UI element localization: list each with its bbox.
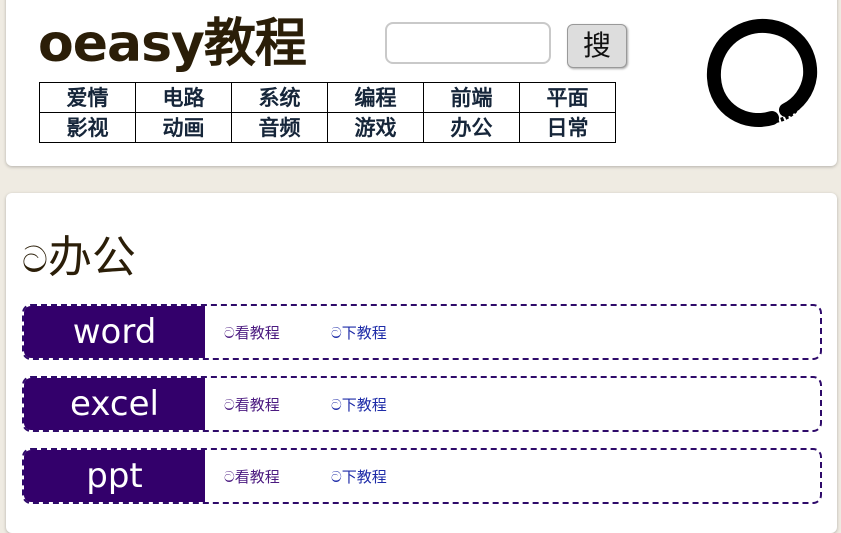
course-row-word: word ට看教程 ට下教程 xyxy=(22,304,822,360)
course-row-excel: excel ට看教程 ට下教程 xyxy=(22,376,822,432)
download-tutorial-link[interactable]: ට下教程 xyxy=(331,450,387,502)
site-logo[interactable]: oeasy教程 xyxy=(38,12,307,76)
nav-item-love[interactable]: 爱情 xyxy=(39,82,136,113)
category-nav: 爱情 电路 系统 编程 前端 平面 影视 动画 音频 游戏 办公 日常 xyxy=(39,82,616,143)
course-name: excel xyxy=(24,378,205,430)
nav-item-daily[interactable]: 日常 xyxy=(519,112,616,143)
course-name: word xyxy=(24,306,205,358)
nav-item-film[interactable]: 影视 xyxy=(39,112,136,143)
enso-circle-icon xyxy=(706,18,818,127)
nav-item-game[interactable]: 游戏 xyxy=(327,112,424,143)
nav-item-programming[interactable]: 编程 xyxy=(327,82,424,113)
search-button[interactable]: 搜 xyxy=(567,24,627,68)
course-row-ppt: ppt ට看教程 ට下教程 xyxy=(22,448,822,504)
nav-item-audio[interactable]: 音频 xyxy=(231,112,328,143)
nav-item-animation[interactable]: 动画 xyxy=(135,112,232,143)
course-name: ppt xyxy=(24,450,205,502)
nav-item-frontend[interactable]: 前端 xyxy=(423,82,520,113)
page-title-text: 办公 xyxy=(47,232,136,283)
download-tutorial-link[interactable]: ට下教程 xyxy=(331,306,387,358)
nav-item-office[interactable]: 办公 xyxy=(423,112,520,143)
view-tutorial-link[interactable]: ට看教程 xyxy=(224,450,280,502)
nav-item-graphic[interactable]: 平面 xyxy=(519,82,616,113)
title-swirl-icon: ට xyxy=(22,240,48,281)
category-nav-row: 爱情 电路 系统 编程 前端 平面 xyxy=(39,82,616,113)
download-tutorial-link[interactable]: ට下教程 xyxy=(331,378,387,430)
nav-item-system[interactable]: 系统 xyxy=(231,82,328,113)
category-nav-row: 影视 动画 音频 游戏 办公 日常 xyxy=(39,112,616,143)
view-tutorial-link[interactable]: ට看教程 xyxy=(224,378,280,430)
view-tutorial-link[interactable]: ට看教程 xyxy=(224,306,280,358)
search-input[interactable] xyxy=(385,22,551,64)
page-title: ට办公 xyxy=(22,226,136,293)
nav-item-circuit[interactable]: 电路 xyxy=(135,82,232,113)
